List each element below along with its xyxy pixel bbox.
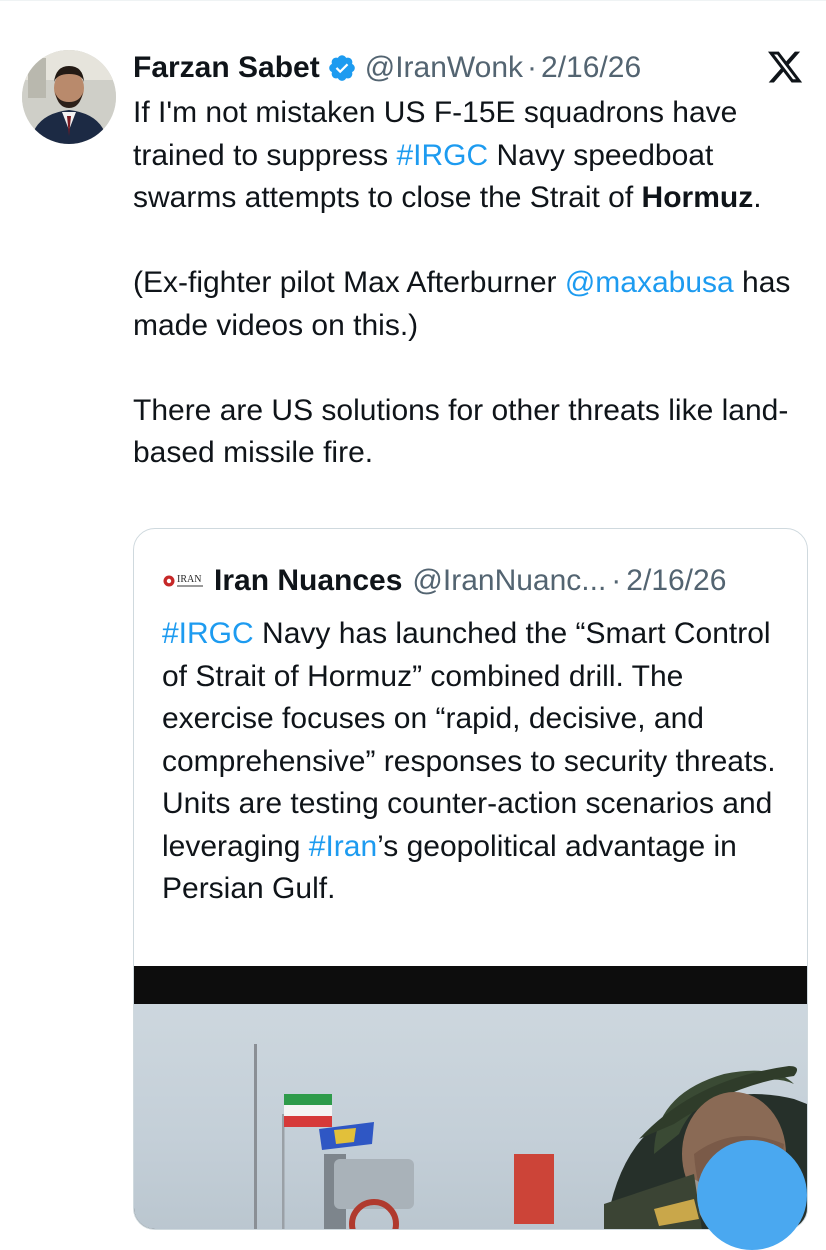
flag-icon <box>284 1094 332 1127</box>
tweet-link[interactable]: @maxabusa <box>565 266 734 299</box>
quoted-tweet-text: #IRGC Navy has launched the “Smart Contr… <box>162 613 782 911</box>
author-handle[interactable]: @IranWonk <box>365 51 523 85</box>
bold-text: Hormuz <box>641 181 754 214</box>
tweet-link[interactable]: #IRGC <box>396 139 488 172</box>
quoted-author-name[interactable]: Iran Nuances <box>214 564 402 598</box>
text-segment: . <box>753 181 762 214</box>
text-segment: (Ex-fighter pilot Max Afterburner <box>133 266 565 299</box>
tweet-link[interactable]: #IRGC <box>162 617 254 650</box>
header-separator: · <box>527 51 538 84</box>
x-logo-icon[interactable] <box>766 48 804 86</box>
svg-text:IRAN: IRAN <box>177 574 201 585</box>
text-segment: Navy has launched the “Smart Control of … <box>162 617 776 863</box>
compose-floating-button[interactable] <box>697 1140 807 1250</box>
tweet-paragraph: There are US solutions for other threats… <box>133 390 813 475</box>
tweet-date[interactable]: 2/16/26 <box>541 51 641 85</box>
quoted-tweet-card[interactable]: IRAN Iran Nuances @IranNuanc... · 2/16/2… <box>133 528 808 1230</box>
tweet-header: Farzan Sabet @IranWonk · 2/16/26 <box>133 46 641 90</box>
top-divider <box>0 0 826 1</box>
quoted-tweet-header: IRAN Iran Nuances @IranNuanc... · 2/16/2… <box>162 561 726 601</box>
quoted-header-separator: · <box>611 564 622 597</box>
tweet-text: If I'm not mistaken US F-15E squadrons h… <box>133 92 813 475</box>
iran-nuances-logo-icon: IRAN <box>162 566 206 596</box>
verified-badge-icon <box>328 55 355 81</box>
tweet-link[interactable]: #Iran <box>309 830 377 863</box>
quoted-author-handle[interactable]: @IranNuanc... <box>412 564 606 598</box>
tweet-paragraph: (Ex-fighter pilot Max Afterburner @maxab… <box>133 262 813 347</box>
quoted-tweet-date[interactable]: 2/16/26 <box>626 564 726 598</box>
text-segment: There are US solutions for other threats… <box>133 393 789 470</box>
author-avatar[interactable] <box>22 50 116 144</box>
author-name[interactable]: Farzan Sabet <box>133 51 320 85</box>
tweet-paragraph: If I'm not mistaken US F-15E squadrons h… <box>133 92 813 220</box>
